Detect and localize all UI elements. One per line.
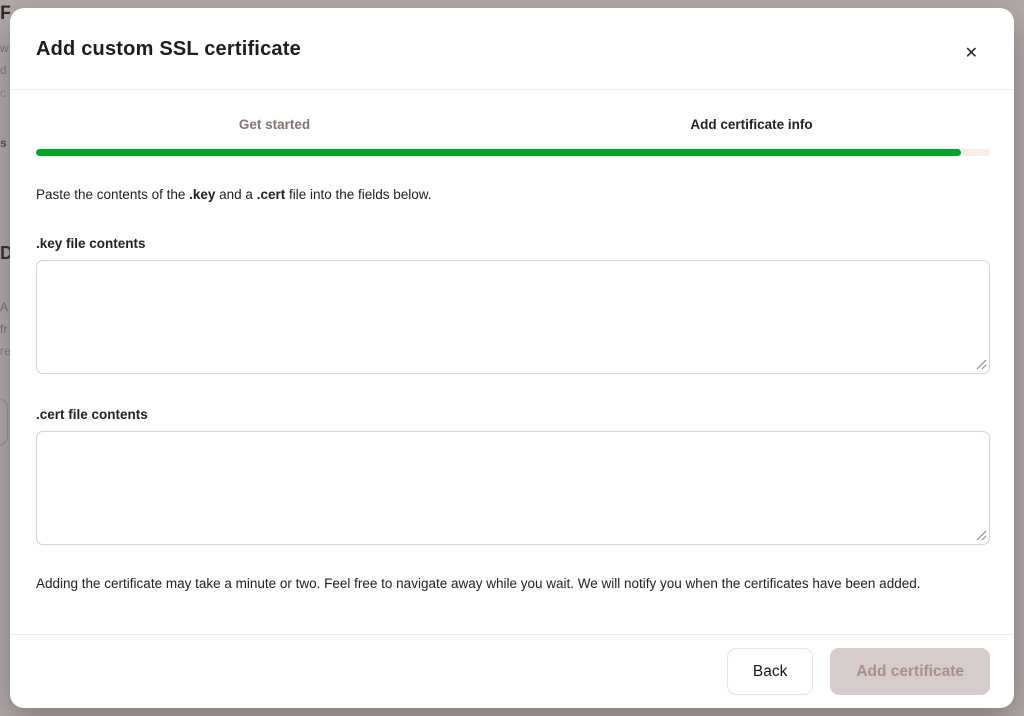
note-text: Adding the certificate may take a minute… [36,573,990,595]
background-text-fragment: w [0,42,9,54]
intro-text: Paste the contents of the .key and a .ce… [36,186,990,203]
background-text-fragment: s [0,137,7,149]
progress-bar-track [36,149,990,156]
background-text-fragment: D [0,244,10,262]
back-button[interactable]: Back [727,648,813,695]
cert-file-label: .cert file contents [36,406,990,423]
key-file-textarea[interactable] [36,260,990,374]
add-certificate-button[interactable]: Add certificate [830,648,990,695]
stepper: Get started Add certificate info [10,90,1014,156]
background-shape-fragment [0,398,8,446]
background-text-fragment: d [0,64,7,76]
step-add-certificate-info: Add certificate info [513,116,990,133]
dialog-body: Paste the contents of the .key and a .ce… [10,186,1014,595]
dialog-title: Add custom SSL certificate [36,38,988,61]
dialog-footer: Back Add certificate [10,634,1014,708]
key-file-field-wrap [36,260,990,374]
progress-fill [36,149,961,156]
background-text-fragment: F [0,4,10,23]
close-icon[interactable]: ✕ [963,44,980,64]
step-labels: Get started Add certificate info [36,116,990,133]
background-text-fragment: re [0,345,10,357]
background-text-fragment: c [0,87,6,99]
step-get-started: Get started [36,116,513,133]
key-file-label: .key file contents [36,235,990,252]
add-ssl-certificate-dialog: Add custom SSL certificate ✕ Get started… [10,8,1014,708]
cert-file-field-wrap [36,431,990,545]
background-text-fragment: A [0,301,8,313]
cert-file-textarea[interactable] [36,431,990,545]
dialog-header: Add custom SSL certificate ✕ [10,8,1014,89]
background-text-fragment: fr [0,323,7,335]
